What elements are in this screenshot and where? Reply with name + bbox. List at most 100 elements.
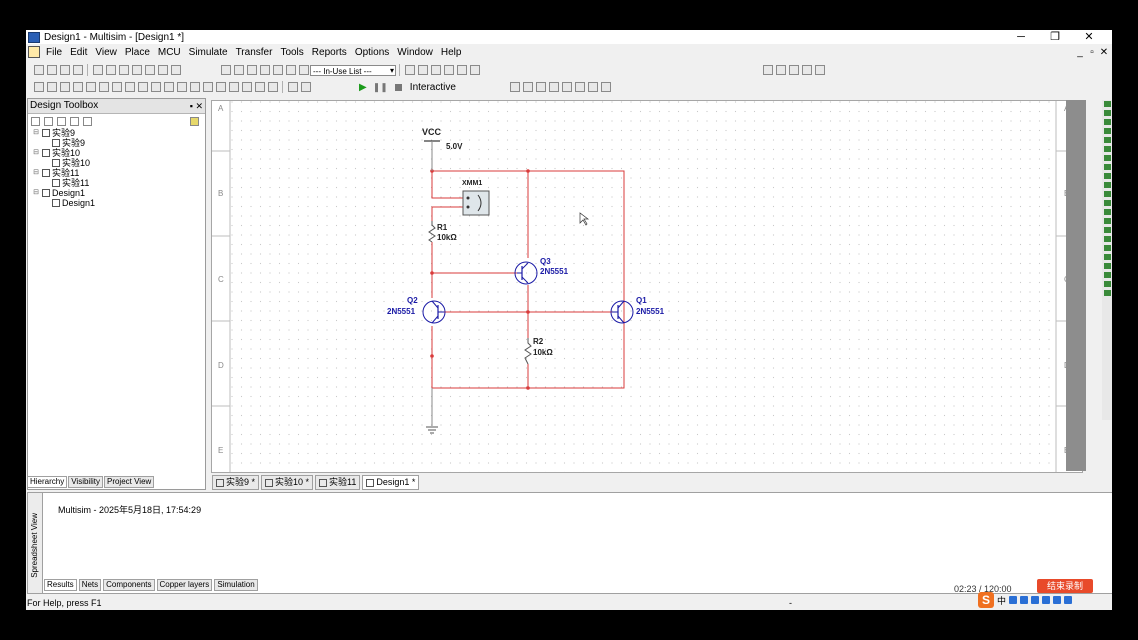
agilent-multimeter-tool-icon[interactable] [1103, 236, 1111, 242]
logic-converter-tool-icon[interactable] [1103, 173, 1111, 179]
menu-tools[interactable]: Tools [276, 47, 307, 58]
hierarchy-icon[interactable] [190, 116, 199, 126]
skin-icon[interactable] [1042, 596, 1051, 604]
in-use-list-dropdown[interactable]: --- In-Use List --- [310, 64, 396, 76]
ni-elvis-tool-icon[interactable] [1103, 272, 1111, 278]
back-annotate-icon[interactable] [443, 65, 454, 75]
tab-shiyan11[interactable]: 实验11 [315, 475, 361, 490]
new-icon[interactable] [33, 65, 44, 75]
pause-icon[interactable]: ❚❚ [373, 82, 388, 93]
instrument-icon[interactable] [430, 65, 441, 75]
settings-icon[interactable] [1064, 596, 1073, 604]
component-wizard-icon[interactable] [259, 65, 270, 75]
open-design-icon[interactable] [44, 116, 53, 126]
menu-edit[interactable]: Edit [66, 47, 91, 58]
microphone-icon[interactable] [1020, 596, 1029, 604]
vertical-scrollbar[interactable] [1066, 100, 1086, 471]
basic-icon[interactable] [46, 82, 57, 92]
full-screen-icon[interactable] [814, 65, 825, 75]
open-sample-icon[interactable] [59, 65, 70, 75]
tree-child[interactable]: 实验10 [32, 158, 205, 168]
zoom-fit-icon[interactable] [801, 65, 812, 75]
database-icon[interactable] [246, 65, 257, 75]
source-icon[interactable] [33, 82, 44, 92]
collapse-icon[interactable]: ⊟ [32, 189, 40, 197]
ime-mode[interactable]: 中 [997, 594, 1006, 607]
tree-node[interactable]: ⊟ Design1 [32, 188, 205, 198]
power-icon[interactable] [176, 82, 187, 92]
restore-button[interactable]: ❐ [1038, 30, 1072, 44]
misc-icon[interactable] [189, 82, 200, 92]
print-icon[interactable] [92, 65, 103, 75]
tab-visibility[interactable]: Visibility [68, 476, 103, 488]
diode-icon[interactable] [59, 82, 70, 92]
redo-icon[interactable] [170, 65, 181, 75]
distortion-analyzer-tool-icon[interactable] [1103, 200, 1111, 206]
panel-close-icon[interactable]: ▪ ✕ [190, 99, 203, 113]
frequency-counter-tool-icon[interactable] [1103, 155, 1111, 161]
cmos-icon[interactable] [111, 82, 122, 92]
end-recording-button[interactable]: 结束录制 [1037, 579, 1093, 593]
probe-settings-icon[interactable] [509, 82, 520, 92]
place-bus-icon[interactable] [267, 82, 278, 92]
transfer-icon[interactable] [298, 65, 309, 75]
new-design-icon[interactable] [31, 116, 40, 126]
misc-digital-icon[interactable] [137, 82, 148, 92]
current-probe-tool-icon[interactable] [1103, 281, 1111, 287]
stop-icon[interactable] [394, 83, 402, 91]
bode-plotter-tool-icon[interactable] [1103, 146, 1111, 152]
probe-ref-icon[interactable] [574, 82, 585, 92]
word-generator-tool-icon[interactable] [1103, 164, 1111, 170]
undo-icon[interactable] [157, 65, 168, 75]
multimeter-tool-icon[interactable] [1103, 101, 1111, 107]
tree-child[interactable]: 实验11 [32, 178, 205, 188]
iv-analyzer-tool-icon[interactable] [1103, 191, 1111, 197]
spectrum-analyzer-tool-icon[interactable] [1103, 209, 1111, 215]
help-icon[interactable] [469, 65, 480, 75]
paste-icon[interactable] [144, 65, 155, 75]
collapse-icon[interactable]: ⊟ [32, 129, 40, 137]
mcu-icon[interactable] [124, 82, 135, 92]
close-button[interactable]: ✕ [1072, 30, 1106, 44]
tree-node[interactable]: ⊟ 实验9 [32, 128, 205, 138]
save-design-icon[interactable] [57, 116, 66, 126]
tab-shiyan9[interactable]: 实验9 * [212, 475, 260, 490]
sogou-ime-icon[interactable]: S [978, 592, 994, 608]
probe-icon[interactable] [300, 82, 311, 92]
collapse-icon[interactable]: ⊟ [32, 149, 40, 157]
zoom-in-icon[interactable] [762, 65, 773, 75]
minimize-button[interactable]: ─ [1004, 30, 1038, 44]
menu-window[interactable]: Window [393, 47, 437, 58]
grapher-icon[interactable] [404, 65, 415, 75]
probe-current-icon[interactable] [535, 82, 546, 92]
run-icon[interactable]: ▶ [359, 82, 367, 93]
erc-icon[interactable] [285, 65, 296, 75]
interactive-mode-label[interactable]: Interactive [410, 82, 456, 93]
menu-view[interactable]: View [91, 47, 121, 58]
design-toolbox-icon[interactable] [220, 65, 231, 75]
zoom-out-icon[interactable] [775, 65, 786, 75]
four-channel-scope-tool-icon[interactable] [1103, 137, 1111, 143]
tree-node[interactable]: ⊟ 实验11 [32, 168, 205, 178]
save-icon[interactable] [72, 65, 83, 75]
spreadsheet-icon[interactable] [233, 65, 244, 75]
connector-icon[interactable] [241, 82, 252, 92]
close-design-icon[interactable] [70, 116, 79, 126]
measurement-probe-tool-icon[interactable] [1103, 290, 1111, 296]
print-preview-icon[interactable] [105, 65, 116, 75]
doc-close-button[interactable]: ✕ [1098, 45, 1110, 61]
collapse-icon[interactable]: ⊟ [32, 169, 40, 177]
menu-simulate[interactable]: Simulate [185, 47, 232, 58]
punctuation-icon[interactable] [1009, 596, 1018, 604]
transistor-icon[interactable] [72, 82, 83, 92]
menu-help[interactable]: Help [437, 47, 466, 58]
menu-file[interactable]: File [42, 47, 66, 58]
tektronix-scope-tool-icon[interactable] [1103, 254, 1111, 260]
menu-transfer[interactable]: Transfer [232, 47, 277, 58]
toolbox-icon[interactable] [1053, 596, 1062, 604]
tab-simulation[interactable]: Simulation [214, 579, 258, 591]
copy-icon[interactable] [131, 65, 142, 75]
wattmeter-tool-icon[interactable] [1103, 119, 1111, 125]
tab-design1[interactable]: Design1 * [362, 475, 420, 490]
analog-icon[interactable] [85, 82, 96, 92]
